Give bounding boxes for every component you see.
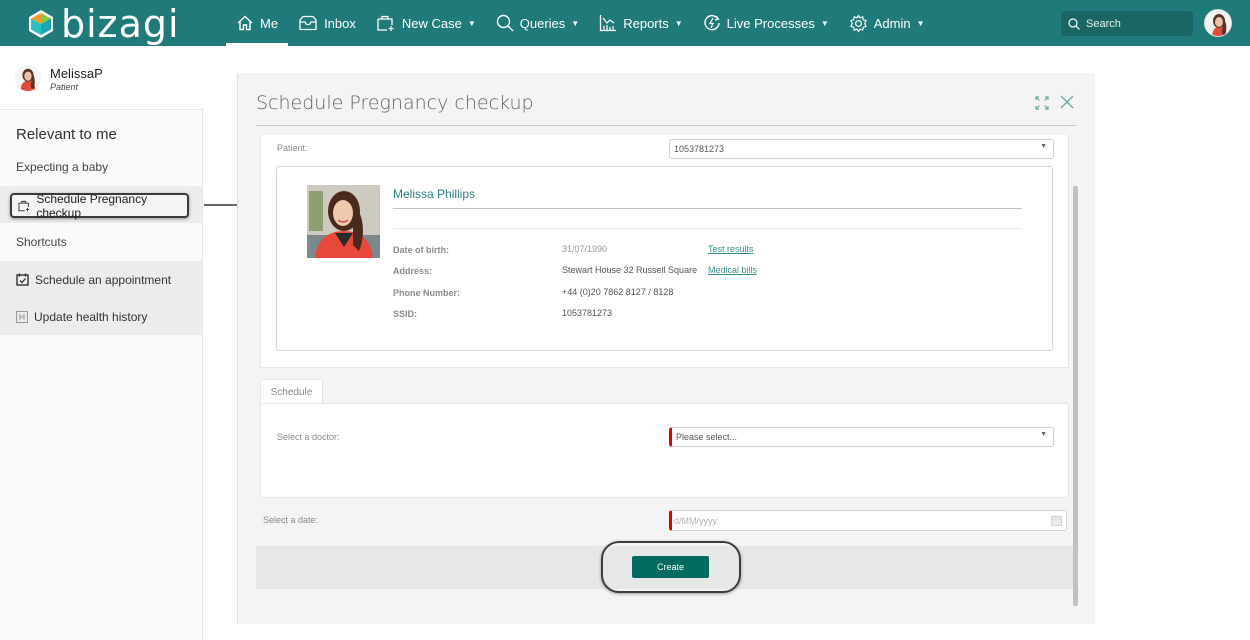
expand-icon[interactable]: [1035, 96, 1049, 110]
nav-new-case-label: New Case: [401, 15, 462, 31]
dropdown-arrow-icon: ▼: [1040, 143, 1047, 150]
calendar-check-icon: [16, 273, 29, 286]
patient-select[interactable]: 1053781273 ▼: [669, 139, 1054, 159]
medical-bills-link[interactable]: Medical bills: [708, 265, 757, 275]
patient-label: Patient:: [277, 143, 308, 153]
user-role: Patient: [50, 82, 79, 92]
phone-value: +44 (0)20 7862 8127 / 8128: [562, 287, 674, 297]
dob-label: Date of birth:: [393, 245, 449, 255]
schedule-dialog: Schedule Pregnancy checkup Patient: 1053…: [237, 73, 1095, 624]
live-process-icon: [704, 14, 720, 31]
nav-me[interactable]: Me: [226, 0, 289, 46]
shortcut-label: Schedule an appointment: [35, 272, 172, 287]
avatar-image: [1205, 10, 1231, 36]
patient-select-value: 1053781273: [674, 144, 725, 154]
date-input[interactable]: d/MM/yyyy: [669, 510, 1067, 531]
patient-photo: [307, 185, 380, 258]
new-case-icon: [377, 15, 394, 31]
close-icon[interactable]: [1060, 95, 1074, 109]
nav-live-processes-label: Live Processes: [726, 15, 815, 31]
avatar[interactable]: [15, 65, 41, 91]
doctor-select-placeholder: Please select...: [676, 432, 738, 442]
chevron-down-icon: ▼: [571, 18, 580, 28]
search-placeholder: Search: [1086, 17, 1121, 30]
nav-queries-label: Queries: [519, 15, 566, 31]
section-title-relevant: Relevant to me: [16, 126, 117, 143]
address-value: Stewart House 32 Russell Square: [562, 265, 698, 275]
address-label: Address:: [393, 266, 433, 276]
section-title-shortcuts: Shortcuts: [16, 235, 67, 249]
date-placeholder: d/MM/yyyy: [674, 515, 718, 526]
user-name: MelissaP: [50, 66, 103, 81]
chevron-down-icon: ▼: [916, 18, 925, 28]
nav-inbox[interactable]: Inbox: [288, 0, 366, 46]
nav-reports-label: Reports: [623, 15, 669, 31]
search-icon: [496, 14, 514, 32]
user-avatar[interactable]: [1204, 9, 1232, 37]
search-icon: [1068, 17, 1080, 30]
ssid-label: SSID:: [393, 309, 418, 319]
shortcut-label: Update health history: [34, 309, 148, 324]
create-button[interactable]: Create: [632, 556, 709, 578]
dropdown-arrow-icon: ▼: [1040, 431, 1047, 438]
sidebar-item-schedule-appointment[interactable]: Schedule an appointment: [0, 261, 203, 298]
logo-text: bizagi: [61, 2, 180, 46]
health-history-icon: [16, 310, 28, 323]
calendar-icon[interactable]: [1051, 515, 1062, 526]
sidebar-item-update-health-history[interactable]: Update health history: [0, 298, 203, 335]
doctor-select[interactable]: Please select... ▼: [669, 427, 1054, 447]
bizagi-logo[interactable]: bizagi: [27, 4, 180, 44]
chevron-down-icon: ▼: [820, 18, 829, 28]
avatar-image: [15, 65, 41, 91]
sidebar-item-schedule-pregnancy-checkup[interactable]: Schedule Pregnancy checkup: [10, 191, 189, 220]
nav-new-case[interactable]: New Case ▼: [366, 0, 486, 46]
schedule-panel: Select a doctor: Please select... ▼: [260, 403, 1069, 498]
sidebar-item-label: Schedule Pregnancy checkup: [36, 191, 148, 220]
dialog-scrollbar[interactable]: [1073, 186, 1078, 606]
main-nav: Me Inbox New Case ▼ Queries ▼ Reports ▼ …: [226, 0, 935, 46]
user-profile: MelissaP Patient: [0, 46, 203, 110]
sidebar: MelissaP Patient Relevant to me Expectin…: [0, 46, 203, 640]
dialog-title: Schedule Pregnancy checkup: [256, 92, 534, 114]
nav-inbox-label: Inbox: [324, 15, 356, 31]
home-icon: [237, 15, 253, 31]
nav-live-processes[interactable]: Live Processes ▼: [693, 0, 839, 46]
title-divider: [256, 125, 1076, 126]
nav-queries[interactable]: Queries ▼: [486, 0, 589, 46]
top-navigation-bar: bizagi Me Inbox New Case ▼ Queries ▼ Rep…: [0, 0, 1250, 46]
nav-admin[interactable]: Admin ▼: [839, 0, 935, 46]
patient-photo-image: [307, 185, 380, 258]
chart-icon: [600, 15, 617, 32]
tab-schedule[interactable]: Schedule: [260, 379, 323, 404]
dob-value: 31/07/1990: [562, 244, 608, 254]
name-divider: [393, 208, 1022, 209]
nav-me-label: Me: [260, 15, 279, 31]
doctor-label: Select a doctor:: [277, 432, 340, 442]
sidebar-item-expecting-a-baby[interactable]: Expecting a baby: [16, 160, 108, 174]
name-divider-secondary: [393, 228, 1022, 229]
nav-admin-label: Admin: [873, 15, 911, 31]
search-input[interactable]: Search: [1061, 11, 1193, 36]
new-case-icon: [18, 200, 30, 211]
ssid-value: 1053781273: [562, 308, 613, 318]
inbox-icon: [299, 15, 317, 31]
chevron-down-icon: ▼: [674, 18, 683, 28]
patient-name: Melissa Phillips: [393, 187, 476, 201]
bizagi-logo-icon: [29, 10, 53, 38]
gear-icon: [849, 13, 867, 33]
phone-label: Phone Number:: [393, 288, 461, 298]
patient-card: Melissa Phillips Date of birth: 31/07/19…: [276, 166, 1053, 351]
test-results-link[interactable]: Test results: [708, 244, 754, 254]
nav-reports[interactable]: Reports ▼: [589, 0, 692, 46]
chevron-down-icon: ▼: [467, 18, 476, 28]
date-label: Select a date:: [263, 515, 319, 525]
